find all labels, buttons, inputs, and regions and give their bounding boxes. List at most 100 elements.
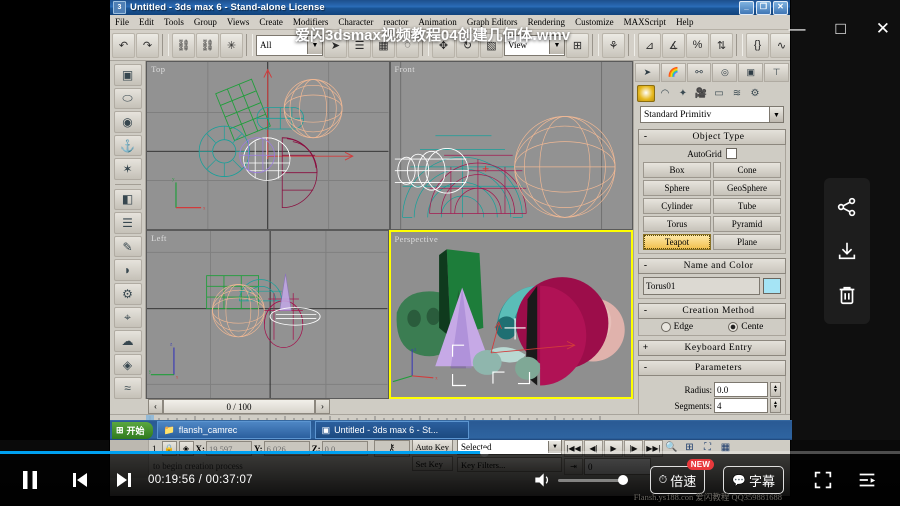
name-and-color-header[interactable]: - Name and Color xyxy=(638,258,786,274)
object-color-swatch[interactable] xyxy=(763,278,781,294)
window-caption-buttons[interactable]: _ ❐ ✕ xyxy=(739,1,788,15)
menu-help[interactable]: Help xyxy=(671,17,699,27)
sphere-icon[interactable]: ◉ xyxy=(113,111,142,133)
trash-icon[interactable] xyxy=(836,284,858,306)
viewport-front[interactable]: Front xyxy=(389,61,633,230)
creation-method-options[interactable]: Edge Cente xyxy=(643,322,781,332)
helpers-icon[interactable]: ▭ xyxy=(711,86,727,101)
teapot-button[interactable]: Teapot xyxy=(643,234,711,250)
radius-row[interactable]: Radius: 0.0 ▲ ▼ xyxy=(643,382,781,397)
next-button[interactable] xyxy=(114,470,134,490)
time-slider-value[interactable]: 0 / 100 xyxy=(163,399,315,414)
fullscreen-button[interactable] xyxy=(812,469,834,491)
space-warp-icon[interactable]: ✶ xyxy=(113,158,142,180)
command-panel-tabs[interactable]: ➤ 🌈 ⚯ ◎ ▣ ⊤ xyxy=(634,61,790,84)
keyboard-entry-header[interactable]: + Keyboard Entry xyxy=(638,340,786,356)
autogrid-row[interactable]: AutoGrid xyxy=(643,148,781,159)
time-slider[interactable]: ‹ 0 / 100 › xyxy=(148,399,330,414)
center-radio-row[interactable]: Cente xyxy=(728,322,763,332)
cylinder-button[interactable]: Cylinder xyxy=(643,198,711,214)
center-radio[interactable] xyxy=(728,322,739,332)
menu-maxscript[interactable]: MAXScript xyxy=(619,17,672,27)
bones-icon[interactable]: ⌖ xyxy=(113,306,142,329)
camera-icon[interactable]: ◗ xyxy=(113,259,142,282)
pause-button[interactable] xyxy=(20,469,40,491)
next-frame-arrow[interactable]: › xyxy=(315,399,330,414)
torus-button[interactable]: Torus xyxy=(643,216,711,232)
collapse-icon[interactable]: - xyxy=(639,363,652,373)
share-icon[interactable] xyxy=(836,196,858,218)
segments-row[interactable]: Segments: 4 ▲ ▼ xyxy=(643,398,781,413)
menu-edit[interactable]: Edit xyxy=(134,17,159,27)
select-and-link-icon[interactable]: ⛓ xyxy=(172,32,195,58)
expand-icon[interactable]: + xyxy=(639,343,652,353)
cone-button[interactable]: Cone xyxy=(713,162,781,178)
minimize-button[interactable]: _ xyxy=(739,1,754,15)
menu-tools[interactable]: Tools xyxy=(159,17,189,27)
volume-knob[interactable] xyxy=(617,475,628,485)
motion-tab[interactable]: ◎ xyxy=(712,63,738,82)
shapes-icon[interactable]: ◠ xyxy=(657,86,673,101)
gear-icon[interactable]: ⚙ xyxy=(113,283,142,305)
maximize-icon[interactable]: □ xyxy=(835,20,845,37)
modify-tab[interactable]: 🌈 xyxy=(660,63,686,82)
mirror-icon[interactable]: ⚘ xyxy=(602,32,625,58)
autogrid-checkbox[interactable] xyxy=(725,148,737,159)
object-type-header[interactable]: - Object Type xyxy=(638,129,786,145)
unlink-icon[interactable]: ⛓ xyxy=(196,32,219,58)
radius-input[interactable]: 0.0 xyxy=(714,382,768,397)
spinner-snap-icon[interactable]: ⇅ xyxy=(710,32,733,58)
edge-radio-row[interactable]: Edge xyxy=(660,322,693,332)
menu-customize[interactable]: Customize xyxy=(570,17,619,27)
utilities-tab[interactable]: ⊤ xyxy=(764,63,789,82)
percent-snap-icon[interactable]: % xyxy=(686,32,709,58)
helper-icon[interactable]: ⚓ xyxy=(113,134,142,157)
box-button[interactable]: Box xyxy=(643,162,711,178)
segments-spinner[interactable]: ▲ ▼ xyxy=(770,398,781,413)
nurbs-icon[interactable]: ◈ xyxy=(113,353,142,376)
redo-icon[interactable]: ↷ xyxy=(136,32,159,58)
previous-button[interactable] xyxy=(70,470,90,490)
viewport-perspective[interactable]: Perspective z x xyxy=(388,230,633,399)
taskbar-item-flansh[interactable]: 📁 flansh_camrec xyxy=(156,421,311,439)
menu-views[interactable]: Views xyxy=(222,17,254,27)
player-window-controls[interactable]: — □ ✕ xyxy=(788,20,890,37)
close-icon[interactable]: ✕ xyxy=(876,20,890,37)
left-toolbar[interactable]: ▣ ⬭ ◉ ⚓ ✶ ◧ ☰ ✎ ◗ ⚙ ⌖ ☁ ◈ ≈ xyxy=(110,61,147,399)
light-icon[interactable]: ✎ xyxy=(113,235,142,258)
close-button[interactable]: ✕ xyxy=(773,1,788,15)
collapse-icon[interactable]: - xyxy=(639,306,652,316)
radius-spinner[interactable]: ▲ ▼ xyxy=(770,382,781,397)
edge-radio[interactable] xyxy=(660,322,671,332)
playlist-button[interactable] xyxy=(856,469,878,491)
create-tab[interactable]: ➤ xyxy=(635,63,660,82)
hierarchy-tab[interactable]: ⚯ xyxy=(686,63,712,82)
cameras-icon[interactable]: 🎥 xyxy=(693,86,709,101)
parameters-header[interactable]: - Parameters xyxy=(638,360,786,376)
volume-slider[interactable] xyxy=(557,475,628,485)
collapse-icon[interactable]: - xyxy=(639,261,652,271)
subcategory-dropdown[interactable]: Standard Primitiv ▼ xyxy=(640,106,784,123)
named-selection-sets-icon[interactable]: {} xyxy=(746,32,769,58)
previous-frame-arrow[interactable]: ‹ xyxy=(148,399,163,414)
creation-method-header[interactable]: - Creation Method xyxy=(638,303,786,319)
download-icon[interactable] xyxy=(836,240,858,262)
menu-group[interactable]: Group xyxy=(189,17,222,27)
object-name-row[interactable] xyxy=(643,277,781,295)
geosphere-button[interactable]: GeoSphere xyxy=(713,180,781,196)
space-warps-icon[interactable]: ≋ xyxy=(729,86,745,101)
object-name-input[interactable] xyxy=(643,277,760,295)
menu-create[interactable]: Create xyxy=(254,17,287,27)
systems-icon[interactable]: ⚙ xyxy=(747,86,763,101)
volume-control[interactable] xyxy=(532,470,628,490)
sphere-button[interactable]: Sphere xyxy=(643,180,711,196)
category-icon-row[interactable]: ◠ ✦ 🎥 ▭ ≋ ⚙ xyxy=(634,84,790,105)
taskbar-item-3dsmax[interactable]: ▣ Untitled - 3ds max 6 - St... xyxy=(314,421,469,439)
restore-button[interactable]: ❐ xyxy=(756,1,771,15)
curve-editor-icon[interactable]: ∿ xyxy=(770,32,790,58)
menu-file[interactable]: File xyxy=(110,17,134,27)
display-tab[interactable]: ▣ xyxy=(738,63,764,82)
minimize-icon[interactable]: — xyxy=(788,20,805,37)
collapse-icon[interactable]: - xyxy=(639,132,652,142)
start-button[interactable]: ⊞ 开始 xyxy=(112,421,153,439)
